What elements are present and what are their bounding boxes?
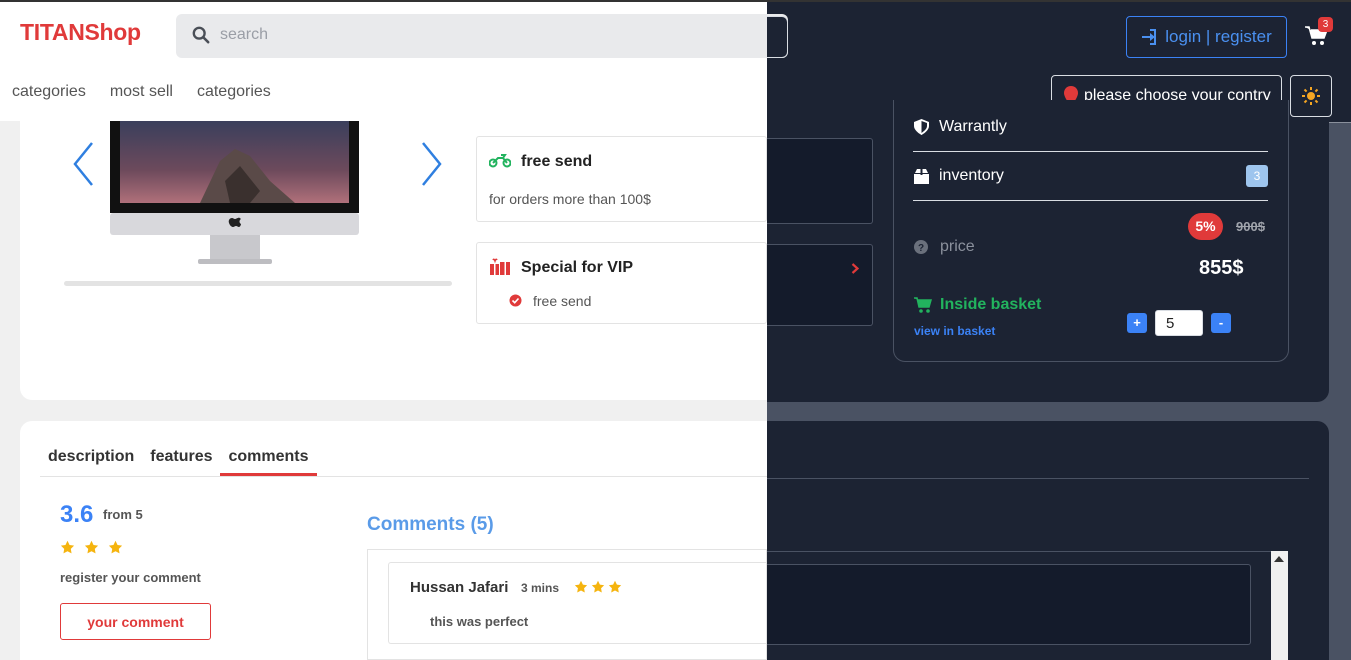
box-icon [914, 168, 929, 184]
feature-special-vip-dark[interactable] [767, 244, 873, 326]
chevron-right-icon[interactable] [421, 141, 443, 187]
chevron-right-small-icon [851, 263, 859, 274]
feature-special-vip[interactable] [476, 242, 767, 324]
feature-free-send-dark [767, 138, 873, 224]
current-price: 855$ [1199, 257, 1244, 279]
svg-text:?: ? [918, 243, 924, 254]
search-input[interactable] [220, 14, 760, 56]
chevron-left-icon[interactable] [72, 141, 94, 187]
feature-subtitle: free send [533, 293, 592, 309]
site-logo[interactable]: TITANShop [20, 19, 141, 46]
shield-icon [914, 119, 929, 135]
register-comment-text: register your comment [60, 570, 201, 585]
product-image [110, 121, 359, 264]
cart-count-badge: 3 [1318, 17, 1333, 32]
quantity-input[interactable] [1155, 310, 1203, 336]
login-register-label: login | register [1165, 27, 1272, 46]
main-nav: categories most sell categories [12, 83, 271, 101]
price-label: price [940, 238, 975, 255]
motorcycle-icon [489, 154, 511, 168]
cart-icon [914, 297, 932, 313]
sun-icon [1302, 87, 1320, 105]
view-in-basket-link[interactable]: view in basket [914, 324, 995, 338]
inventory-count-badge: 3 [1246, 165, 1268, 187]
tabs-divider-dark [767, 478, 1309, 479]
comment-time: 3 mins [521, 581, 560, 595]
tab-description[interactable]: description [40, 448, 142, 476]
gifts-icon [490, 258, 510, 275]
star-icon [591, 580, 605, 593]
question-circle-icon: ? [914, 240, 928, 254]
check-circle-icon [509, 294, 522, 307]
old-price: 900$ [1236, 219, 1265, 234]
tab-comments[interactable]: comments [220, 448, 317, 476]
feature-subtitle: for orders more than 100$ [489, 191, 651, 207]
nav-item-categories-2[interactable]: categories [197, 83, 271, 101]
comments-title: Comments (5) [367, 514, 494, 535]
feature-title: Special for VIP [521, 259, 634, 276]
warranty-label: Warrantly [939, 118, 1007, 135]
comments-scrollbar[interactable] [1271, 551, 1288, 660]
warranty-row: Warrantly [914, 118, 1007, 136]
comment-text: this was perfect [430, 614, 529, 629]
average-rating: 3.6 [60, 501, 94, 528]
feature-free-send [476, 136, 767, 222]
gallery-scrollbar[interactable] [64, 281, 452, 286]
search-bar-dark-edge [767, 16, 788, 58]
star-icon [608, 580, 622, 593]
comment-stars [574, 580, 622, 594]
comment-item-dark [767, 564, 1251, 645]
nav-item-categories[interactable]: categories [12, 83, 86, 101]
star-icon [574, 580, 588, 593]
commenter-name: Hussan Jafari [410, 579, 509, 596]
divider [913, 200, 1268, 201]
inside-basket-status: Inside basket [914, 296, 1041, 314]
tabs-divider [40, 476, 767, 477]
inventory-label: inventory [939, 167, 1004, 184]
star-icon [108, 540, 123, 554]
feature-title: free send [521, 153, 593, 170]
star-icon [60, 540, 75, 554]
nav-item-most-sell[interactable]: most sell [110, 83, 173, 101]
login-register-button[interactable]: login | register [1126, 16, 1287, 58]
tab-features[interactable]: features [142, 448, 220, 476]
sign-in-icon [1142, 29, 1157, 45]
price-label-row: ? price [914, 238, 975, 256]
comment-item [388, 562, 767, 644]
your-comment-button[interactable]: your comment [60, 603, 211, 640]
search-bar[interactable] [176, 14, 788, 58]
inside-basket-label: Inside basket [940, 296, 1042, 313]
star-icon [84, 540, 99, 554]
quantity-decrease-button[interactable]: - [1211, 313, 1231, 333]
product-tabs: description features comments [40, 448, 317, 476]
inventory-row: inventory [914, 167, 1004, 185]
quantity-increase-button[interactable]: + [1127, 313, 1147, 333]
scroll-up-arrow-icon[interactable] [1274, 556, 1284, 562]
theme-toggle-button[interactable] [1290, 75, 1332, 117]
search-icon [192, 26, 210, 44]
divider [913, 151, 1268, 152]
rating-stars [60, 540, 123, 555]
discount-badge: 5% [1188, 213, 1223, 240]
rating-scale: from 5 [103, 507, 143, 522]
